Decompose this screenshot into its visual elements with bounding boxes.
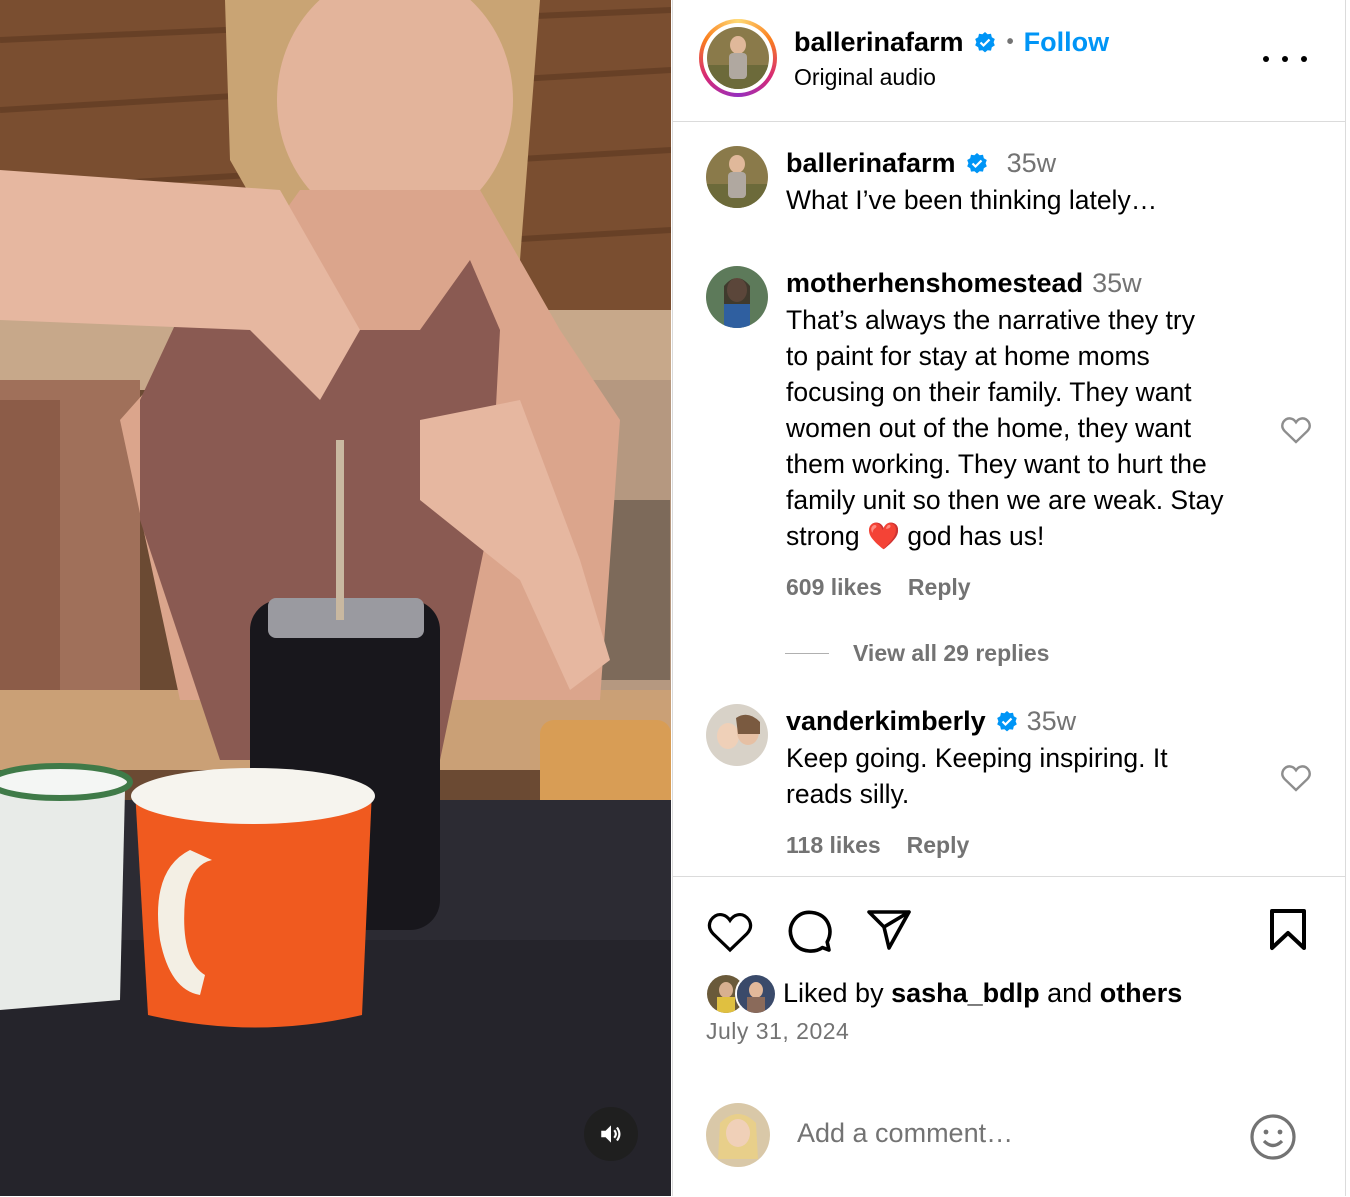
verified-badge-icon	[996, 710, 1017, 731]
caption-username[interactable]: ballerinafarm	[786, 148, 956, 179]
post-video[interactable]	[0, 0, 671, 1196]
comment-text-line: That’s always the narrative they try	[786, 305, 1195, 335]
comment-text-line: women out of the home, they want	[786, 413, 1192, 443]
verified-badge-icon	[966, 152, 987, 173]
liked-by: Liked by sasha_bdlp and others	[705, 973, 1183, 1015]
audio-link[interactable]: Original audio	[794, 64, 936, 91]
heart-icon[interactable]	[706, 910, 754, 954]
comment-text: That’s always the narrative they try to …	[786, 302, 1223, 554]
caption-time[interactable]: 35w	[1007, 148, 1057, 179]
author-line: ballerinafarm • Follow	[794, 27, 1109, 58]
caption-username-line: ballerinafarm 35w	[786, 148, 1056, 179]
comment-text-line: family unit so then we are weak. Stay	[786, 485, 1224, 515]
comment-reply-button[interactable]: Reply	[907, 832, 970, 859]
sound-toggle-button[interactable]	[584, 1107, 638, 1161]
comment-text-line: reads silly.	[786, 779, 910, 809]
post-header: ballerinafarm • Follow Original audio	[673, 0, 1345, 122]
comment-avatar[interactable]	[706, 704, 768, 766]
comment-meta: 118 likes Reply	[786, 832, 969, 859]
liked-by-prefix: Liked by	[783, 977, 892, 1008]
caption-author-avatar[interactable]	[706, 146, 768, 208]
sound-icon	[601, 1125, 621, 1143]
share-icon[interactable]	[865, 908, 913, 952]
author-avatar	[707, 27, 769, 89]
author-avatar-story-ring[interactable]	[699, 19, 777, 97]
replies-divider	[785, 653, 829, 654]
more-options-button[interactable]	[1263, 44, 1307, 74]
add-comment-input[interactable]	[795, 1117, 1199, 1150]
video-frame	[0, 0, 671, 1196]
comment-time[interactable]: 35w	[1027, 706, 1077, 737]
liker-avatar	[735, 973, 777, 1015]
liked-by-avatars[interactable]	[705, 973, 777, 1015]
add-comment-bar	[673, 1097, 1345, 1197]
post-actions: Liked by sasha_bdlp and others July 31, …	[673, 876, 1345, 1197]
like-comment-heart-icon[interactable]	[1280, 415, 1312, 445]
author-username[interactable]: ballerinafarm	[794, 27, 964, 58]
view-replies-label: View all 29 replies	[853, 640, 1050, 666]
comment-text-line: strong ❤️ god has us!	[786, 521, 1045, 551]
comment-icon[interactable]	[786, 908, 834, 956]
emoji-icon[interactable]	[1249, 1113, 1297, 1161]
more-icon-dot	[1263, 56, 1269, 62]
more-icon-dot	[1282, 56, 1288, 62]
comment-username[interactable]: motherhenshomestead	[786, 268, 1083, 299]
current-user-avatar	[706, 1103, 770, 1167]
comment-likes[interactable]: 609 likes	[786, 574, 882, 601]
comments-list[interactable]: ballerinafarm 35w What I’ve been thinkin…	[673, 122, 1345, 876]
more-icon-dot	[1301, 56, 1307, 62]
view-replies-button[interactable]: View all 29 replies	[785, 640, 1049, 667]
comment-text: Keep going. Keeping inspiring. It reads …	[786, 740, 1168, 812]
follow-button[interactable]: Follow	[1024, 27, 1109, 58]
comment-username-line: motherhenshomestead 35w	[786, 268, 1142, 299]
comment-likes[interactable]: 118 likes	[786, 832, 881, 859]
like-comment-heart-icon[interactable]	[1280, 763, 1312, 793]
comment-avatar[interactable]	[706, 266, 768, 328]
caption-text: What I’ve been thinking lately…	[786, 185, 1158, 215]
liked-by-others[interactable]: others	[1100, 978, 1183, 1009]
liked-by-and: and	[1039, 977, 1100, 1008]
verified-badge-icon	[974, 31, 995, 52]
comment-username[interactable]: vanderkimberly	[786, 706, 986, 737]
comment-text-line: focusing on their family. They want	[786, 377, 1192, 407]
post-side-panel: ballerinafarm • Follow Original audio ba…	[672, 0, 1346, 1196]
post-date[interactable]: July 31, 2024	[706, 1018, 849, 1045]
liked-by-user[interactable]: sasha_bdlp	[891, 978, 1040, 1009]
comment-reply-button[interactable]: Reply	[908, 574, 971, 601]
comment-time[interactable]: 35w	[1092, 268, 1142, 299]
comment-text-line: to paint for stay at home moms	[786, 341, 1150, 371]
instagram-post-view: ballerinafarm • Follow Original audio ba…	[0, 0, 1350, 1196]
comment-meta: 609 likes Reply	[786, 574, 971, 601]
comment-text-line: them working. They want to hurt the	[786, 449, 1207, 479]
separator-dot: •	[1006, 31, 1014, 53]
comment-username-line: vanderkimberly 35w	[786, 706, 1076, 737]
comment-text-line: Keep going. Keeping inspiring. It	[786, 743, 1168, 773]
bookmark-icon[interactable]	[1268, 908, 1308, 952]
